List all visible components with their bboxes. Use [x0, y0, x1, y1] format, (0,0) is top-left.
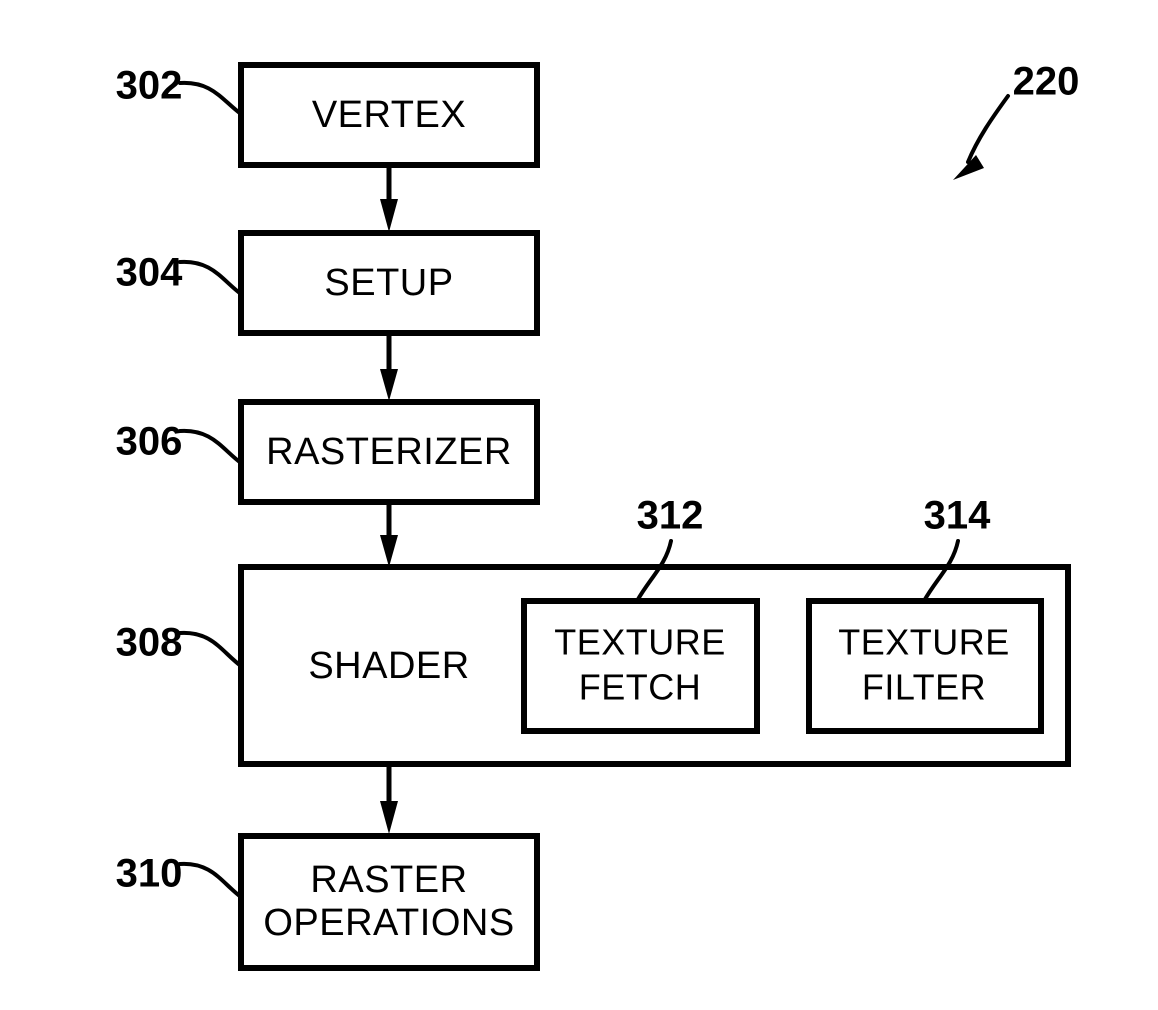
- callout-figure-220: 220: [953, 60, 1079, 180]
- arrow-head-shader-raster-operations: [380, 801, 398, 834]
- leader-line-308: [178, 630, 243, 668]
- flow-arrow-rasterizer-shader: [380, 502, 398, 567]
- arrow-head-rasterizer-shader: [380, 535, 398, 567]
- callout-308: 308: [116, 621, 243, 668]
- rasterizer-label: RASTERIZER: [266, 431, 512, 473]
- leader-line-304: [178, 259, 243, 296]
- arrow-head-vertex-setup: [380, 199, 398, 232]
- block-texture-filter: TEXTURE FILTER: [806, 598, 1044, 734]
- shader-label: SHADER: [308, 645, 469, 687]
- texture-fetch-label-line2: FETCH: [579, 667, 702, 708]
- flow-arrow-setup-rasterizer: [380, 333, 398, 401]
- ref-numeral-304: 304: [116, 251, 183, 295]
- leader-line-220: [966, 94, 1010, 164]
- callout-306: 306: [116, 420, 243, 465]
- texture-filter-label-line2: FILTER: [862, 667, 986, 708]
- patent-figure: VERTEX 302 SETUP 304 RASTERIZER 306 SHAD…: [0, 0, 1158, 1010]
- ref-numeral-308: 308: [116, 621, 183, 665]
- ref-numeral-312: 312: [637, 494, 704, 538]
- setup-label: SETUP: [324, 262, 453, 304]
- ref-numeral-314: 314: [924, 494, 991, 538]
- raster-operations-label-line2: OPERATIONS: [263, 902, 514, 944]
- block-vertex: VERTEX: [238, 62, 540, 168]
- diagram-canvas: VERTEX 302 SETUP 304 RASTERIZER 306 SHAD…: [116, 60, 1079, 971]
- block-setup: SETUP: [238, 230, 540, 336]
- ref-numeral-220: 220: [1013, 60, 1080, 104]
- callout-304: 304: [116, 251, 243, 296]
- callout-302: 302: [116, 64, 243, 116]
- ref-numeral-302: 302: [116, 64, 183, 108]
- texture-filter-label-line1: TEXTURE: [838, 622, 1010, 663]
- flow-arrow-shader-raster-operations: [380, 764, 398, 834]
- raster-operations-label-line1: RASTER: [310, 859, 467, 901]
- ref-numeral-306: 306: [116, 420, 183, 464]
- leader-line-310: [178, 861, 243, 899]
- flow-arrow-vertex-setup: [380, 165, 398, 232]
- ref-numeral-310: 310: [116, 852, 183, 896]
- callout-310: 310: [116, 852, 243, 899]
- leader-line-306: [178, 428, 243, 465]
- arrow-head-setup-rasterizer: [380, 369, 398, 401]
- block-raster-operations: RASTER OPERATIONS: [238, 833, 540, 971]
- vertex-label: VERTEX: [312, 94, 466, 136]
- leader-line-302: [178, 80, 243, 116]
- block-texture-fetch: TEXTURE FETCH: [521, 598, 760, 734]
- texture-fetch-label-line1: TEXTURE: [554, 622, 726, 663]
- block-rasterizer: RASTERIZER: [238, 399, 540, 505]
